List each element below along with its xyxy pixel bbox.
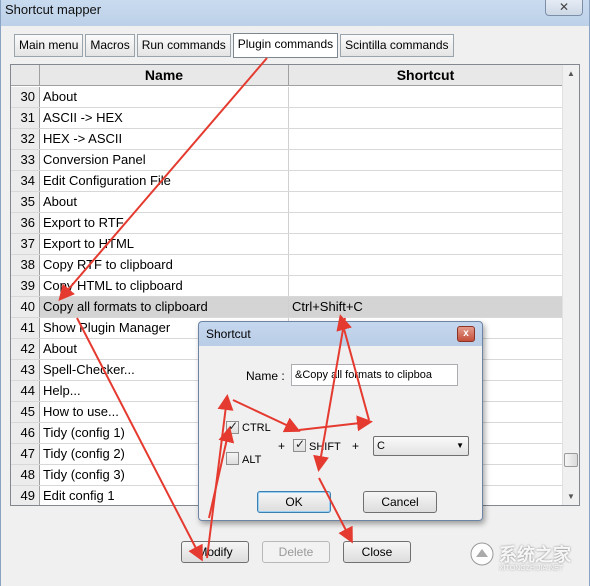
row-number: 37 — [11, 234, 40, 254]
row-name[interactable]: About — [40, 192, 289, 212]
table-row[interactable]: 35 About — [11, 192, 563, 213]
row-name[interactable]: About — [40, 87, 289, 107]
row-number: 38 — [11, 255, 40, 275]
row-number: 39 — [11, 276, 40, 296]
cancel-button[interactable]: Cancel — [363, 491, 437, 513]
close-button[interactable]: Close — [343, 541, 411, 563]
ctrl-checkbox[interactable] — [226, 419, 239, 434]
row-number: 41 — [11, 318, 40, 338]
row-shortcut[interactable] — [289, 171, 563, 191]
tab-strip: Main menu Macros Run commands Plugin com… — [14, 33, 454, 58]
row-name[interactable]: Copy all formats to clipboard — [40, 297, 289, 317]
table-row[interactable]: 39 Copy HTML to clipboard — [11, 276, 563, 297]
dialog-body: Name : &Copy all formats to clipboa CTRL… — [202, 346, 479, 516]
tab-macros[interactable]: Macros — [85, 34, 135, 57]
tab-run-commands[interactable]: Run commands — [136, 34, 231, 57]
header-name[interactable]: Name — [40, 65, 289, 85]
shortcut-mapper-window: Shortcut mapper ✕ Main menu Macros Run c… — [0, 0, 590, 586]
row-shortcut[interactable] — [289, 192, 563, 212]
row-shortcut[interactable] — [289, 150, 563, 170]
row-number: 31 — [11, 108, 40, 128]
row-name[interactable]: Export to HTML — [40, 234, 289, 254]
row-number: 46 — [11, 423, 40, 443]
table-row[interactable]: 30 About — [11, 87, 563, 108]
watermark-text: 系统之家 — [499, 545, 571, 565]
shortcut-dialog: Shortcut x Name : &Copy all formats to c… — [198, 321, 483, 521]
table-row[interactable]: 33 Conversion Panel — [11, 150, 563, 171]
row-number: 42 — [11, 339, 40, 359]
row-shortcut[interactable] — [289, 87, 563, 107]
tab-plugin-commands[interactable]: Plugin commands — [232, 33, 339, 58]
delete-button[interactable]: Delete — [262, 541, 330, 563]
row-shortcut[interactable] — [289, 129, 563, 149]
row-number: 40 — [11, 297, 40, 317]
row-shortcut[interactable] — [289, 276, 563, 296]
row-number: 44 — [11, 381, 40, 401]
table-row[interactable]: 36 Export to RTF — [11, 213, 563, 234]
row-number: 45 — [11, 402, 40, 422]
ctrl-label: CTRL — [242, 422, 271, 434]
row-number: 43 — [11, 360, 40, 380]
table-row[interactable]: 38 Copy RTF to clipboard — [11, 255, 563, 276]
row-number: 47 — [11, 444, 40, 464]
row-name[interactable]: Copy RTF to clipboard — [40, 255, 289, 275]
plus-sign: + — [278, 439, 286, 453]
tab-main-menu[interactable]: Main menu — [14, 34, 84, 57]
row-shortcut[interactable] — [289, 255, 563, 275]
row-shortcut[interactable]: Ctrl+Shift+C — [289, 297, 563, 317]
row-number: 48 — [11, 465, 40, 485]
dialog-close-button[interactable]: x — [457, 326, 475, 342]
shift-label: SHIFT — [309, 441, 341, 453]
grid-scrollbar[interactable]: ▲ ▼ — [562, 65, 579, 505]
name-label: Name : — [246, 369, 285, 383]
title-bar: Shortcut mapper ✕ — [1, 0, 589, 26]
row-shortcut[interactable] — [289, 234, 563, 254]
scroll-thumb[interactable] — [564, 453, 578, 467]
table-row[interactable]: 40 Copy all formats to clipboard Ctrl+Shif… — [11, 297, 563, 318]
row-number: 34 — [11, 171, 40, 191]
row-number: 32 — [11, 129, 40, 149]
header-shortcut[interactable]: Shortcut — [289, 65, 563, 85]
row-name[interactable]: ASCII -> HEX — [40, 108, 289, 128]
row-number: 33 — [11, 150, 40, 170]
alt-label: ALT — [242, 454, 262, 466]
window-title: Shortcut mapper — [5, 2, 102, 17]
row-name[interactable]: Edit Configuration File — [40, 171, 289, 191]
key-select[interactable]: C ▼ — [373, 436, 469, 456]
row-shortcut[interactable] — [289, 213, 563, 233]
row-name[interactable]: Export to RTF — [40, 213, 289, 233]
watermark-logo-icon — [470, 542, 494, 566]
close-icon: x — [463, 328, 469, 339]
row-name[interactable]: Conversion Panel — [40, 150, 289, 170]
table-row[interactable]: 31 ASCII -> HEX — [11, 108, 563, 129]
close-icon: ✕ — [558, 0, 570, 14]
dialog-title: Shortcut — [206, 327, 251, 341]
alt-checkbox[interactable] — [226, 452, 239, 465]
watermark: 系统之家 XITONGZHIJIA.NET — [469, 537, 579, 581]
table-row[interactable]: 34 Edit Configuration File — [11, 171, 563, 192]
row-number: 35 — [11, 192, 40, 212]
row-name[interactable]: Copy HTML to clipboard — [40, 276, 289, 296]
shift-checkbox[interactable] — [293, 437, 306, 452]
name-field[interactable]: &Copy all formats to clipboa — [291, 364, 458, 386]
table-row[interactable]: 37 Export to HTML — [11, 234, 563, 255]
modify-button[interactable]: Modify — [181, 541, 249, 563]
header-row-number — [11, 65, 40, 85]
key-select-value: C — [377, 440, 385, 452]
ok-button[interactable]: OK — [257, 491, 331, 513]
grid-header: Name Shortcut — [11, 65, 563, 86]
plus-sign: + — [352, 439, 360, 453]
row-number: 36 — [11, 213, 40, 233]
row-number: 30 — [11, 87, 40, 107]
window-close-button[interactable]: ✕ — [545, 0, 583, 16]
chevron-down-icon: ▼ — [456, 441, 464, 450]
row-name[interactable]: HEX -> ASCII — [40, 129, 289, 149]
tab-scintilla-commands[interactable]: Scintilla commands — [340, 34, 454, 57]
scroll-down-icon[interactable]: ▼ — [563, 488, 579, 505]
table-row[interactable]: 32 HEX -> ASCII — [11, 129, 563, 150]
row-number: 49 — [11, 486, 40, 505]
watermark-subtext: XITONGZHIJIA.NET — [499, 565, 564, 572]
scroll-up-icon[interactable]: ▲ — [563, 65, 579, 82]
row-shortcut[interactable] — [289, 108, 563, 128]
